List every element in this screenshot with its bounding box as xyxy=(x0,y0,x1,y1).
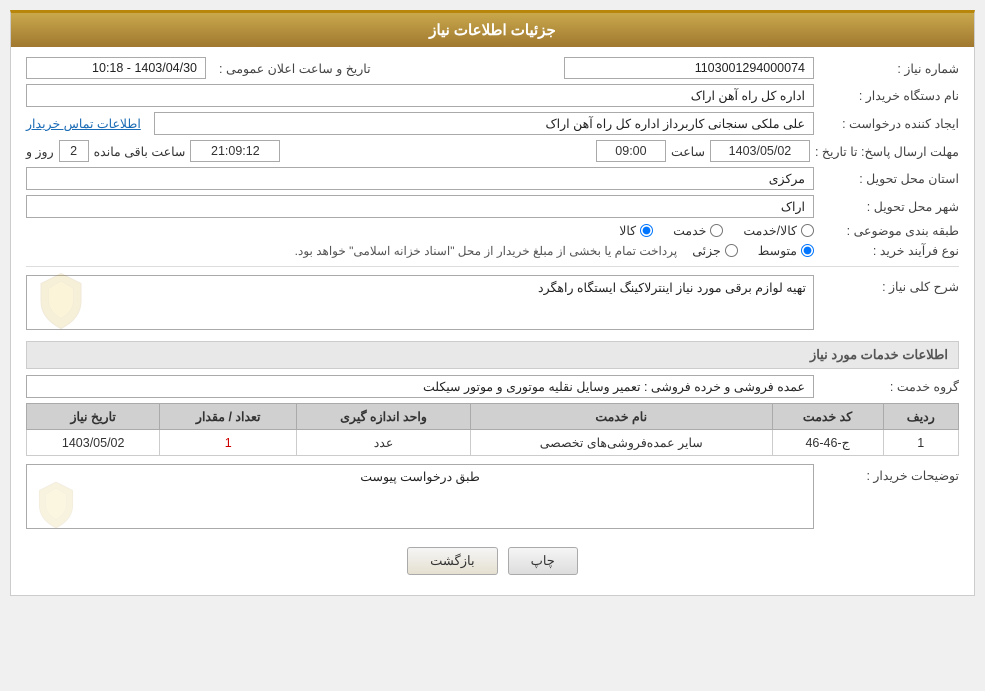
category-label: طبقه بندی موضوعی : xyxy=(819,223,959,238)
province-label: استان محل تحویل : xyxy=(819,171,959,186)
deadline-remaining-time: 21:09:12 xyxy=(190,140,280,162)
service-group-value: عمده فروشی و خرده فروشی : تعمیر وسایل نق… xyxy=(26,375,814,398)
purchase-type-label: نوع فرآیند خرید : xyxy=(819,243,959,258)
deadline-remaining-label2: ساعت باقی مانده xyxy=(94,144,186,159)
col-row-num: ردیف xyxy=(883,404,958,430)
buyer-desc-row: توضیحات خریدار : طبق درخواست پیوست xyxy=(26,464,959,532)
purchase-type-motavaset[interactable]: متوسط xyxy=(758,243,814,258)
summary-label: شرح کلی نیاز : xyxy=(819,275,959,294)
buyer-org-value: اداره کل راه آهن اراک xyxy=(26,84,814,107)
announce-date-value: 1403/04/30 - 10:18 xyxy=(26,57,206,79)
button-row: چاپ بازگشت xyxy=(26,547,959,575)
province-value: مرکزی xyxy=(26,167,814,190)
buyer-org-row: نام دستگاه خریدار : اداره کل راه آهن ارا… xyxy=(26,84,959,107)
print-button[interactable]: چاپ xyxy=(508,547,578,575)
card-header: جزئیات اطلاعات نیاز xyxy=(11,13,974,47)
deadline-remaining-label1: روز و xyxy=(26,144,54,159)
deadline-time: 09:00 xyxy=(596,140,666,162)
purchase-type-radio-group: متوسط جزئی xyxy=(692,243,814,258)
cell-qty: 1 xyxy=(160,430,297,456)
category-radio-group: کالا/خدمت خدمت کالا xyxy=(619,223,814,238)
watermark-shield-2 xyxy=(31,480,81,530)
city-value: اراک xyxy=(26,195,814,218)
main-card: جزئیات اطلاعات نیاز شماره نیاز : 1103001… xyxy=(10,10,975,596)
col-unit: واحد اندازه گیری xyxy=(297,404,471,430)
cell-row: 1 xyxy=(883,430,958,456)
creator-link[interactable]: اطلاعات تماس خریدار xyxy=(26,116,141,131)
table-row: 1 ج-46-46 سایر عمده‌فروشی‌های تخصصی عدد … xyxy=(27,430,959,456)
announce-date-label: تاریخ و ساعت اعلان عمومی : xyxy=(219,61,371,76)
service-group-row: گروه خدمت : عمده فروشی و خرده فروشی : تع… xyxy=(26,375,959,398)
watermark-shield xyxy=(31,271,91,331)
cell-code: ج-46-46 xyxy=(772,430,883,456)
col-qty: تعداد / مقدار xyxy=(160,404,297,430)
summary-row: شرح کلی نیاز : تهیه لوازم برقی مورد نیاز… xyxy=(26,275,959,333)
province-row: استان محل تحویل : مرکزی xyxy=(26,167,959,190)
service-group-label: گروه خدمت : xyxy=(819,379,959,394)
creator-label: ایجاد کننده درخواست : xyxy=(819,116,959,131)
summary-textarea[interactable] xyxy=(26,275,814,330)
creator-value: علی ملکی سنجانی کاربرداز اداره کل راه آه… xyxy=(154,112,814,135)
buyer-desc-textarea[interactable] xyxy=(26,464,814,529)
city-label: شهر محل تحویل : xyxy=(819,199,959,214)
category-row: طبقه بندی موضوعی : کالا/خدمت خدمت کالا xyxy=(26,223,959,238)
purchase-type-jozei[interactable]: جزئی xyxy=(692,243,738,258)
category-option-kala-khadamat[interactable]: کالا/خدمت xyxy=(743,223,814,238)
page-wrapper: جزئیات اطلاعات نیاز شماره نیاز : 1103001… xyxy=(0,0,985,691)
need-number-row: شماره نیاز : 1103001294000074 تاریخ و سا… xyxy=(26,57,959,79)
header-title: جزئیات اطلاعات نیاز xyxy=(429,22,556,39)
deadline-remaining-days: 2 xyxy=(59,140,89,162)
cell-date: 1403/05/02 xyxy=(27,430,160,456)
deadline-row: مهلت ارسال پاسخ: تا تاریخ : 1403/05/02 س… xyxy=(26,140,959,162)
buyer-desc-label: توضیحات خریدار : xyxy=(819,464,959,483)
category-option-kala[interactable]: کالا xyxy=(619,223,653,238)
table-header-row: ردیف کد خدمت نام خدمت واحد اندازه گیری ت… xyxy=(27,404,959,430)
category-option-khadamat[interactable]: خدمت xyxy=(673,223,723,238)
purchase-type-row: نوع فرآیند خرید : متوسط جزئی پرداخت تمام… xyxy=(26,243,959,258)
card-body: شماره نیاز : 1103001294000074 تاریخ و سا… xyxy=(11,47,974,595)
buyer-org-label: نام دستگاه خریدار : xyxy=(819,88,959,103)
services-section-title: اطلاعات خدمات مورد نیاز xyxy=(26,341,959,369)
need-number-label: شماره نیاز : xyxy=(819,61,959,76)
col-name: نام خدمت xyxy=(470,404,772,430)
cell-unit: عدد xyxy=(297,430,471,456)
city-row: شهر محل تحویل : اراک xyxy=(26,195,959,218)
need-number-value: 1103001294000074 xyxy=(564,57,814,79)
back-button[interactable]: بازگشت xyxy=(407,547,497,575)
purchase-type-note: پرداخت تمام یا بخشی از مبلغ خریدار از مح… xyxy=(295,244,678,258)
col-code: کد خدمت xyxy=(772,404,883,430)
deadline-time-label: ساعت xyxy=(671,144,705,159)
deadline-date: 1403/05/02 xyxy=(710,140,810,162)
creator-row: ایجاد کننده درخواست : علی ملکی سنجانی کا… xyxy=(26,112,959,135)
deadline-label: مهلت ارسال پاسخ: تا تاریخ : xyxy=(815,144,959,159)
col-date: تاریخ نیاز xyxy=(27,404,160,430)
cell-name: سایر عمده‌فروشی‌های تخصصی xyxy=(470,430,772,456)
services-table: ردیف کد خدمت نام خدمت واحد اندازه گیری ت… xyxy=(26,403,959,456)
